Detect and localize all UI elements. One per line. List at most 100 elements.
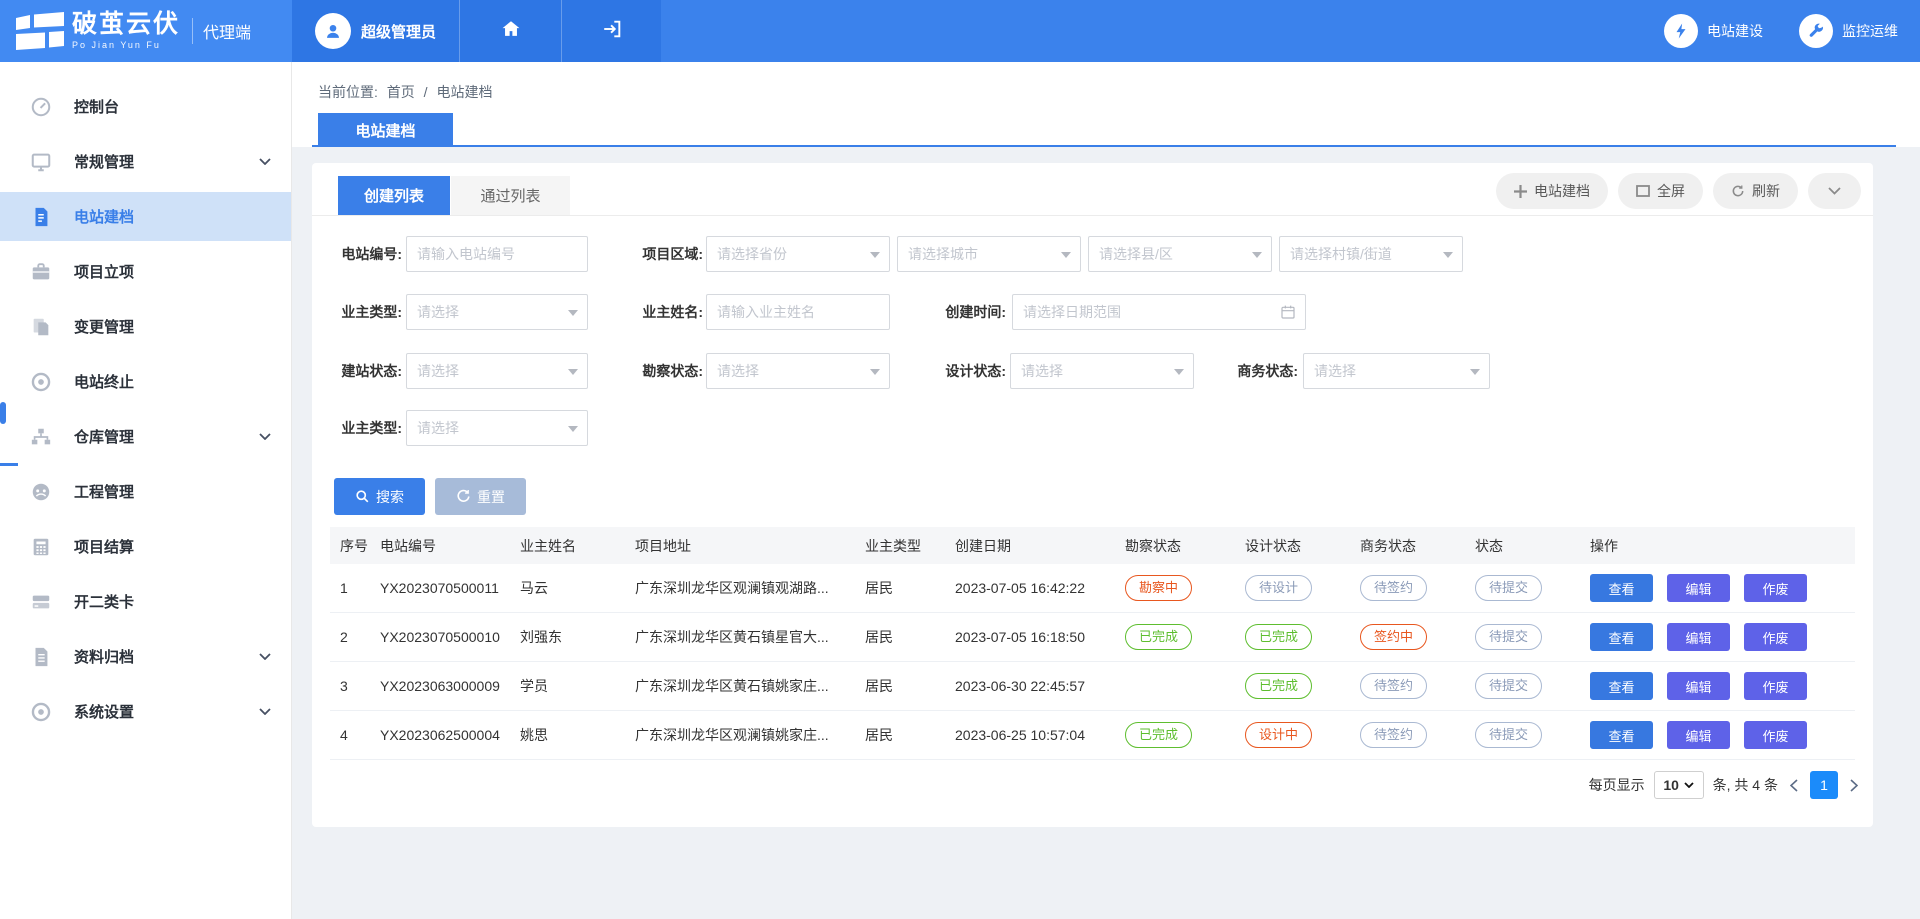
cell-business-status: 签约中 [1350,624,1465,650]
fullscreen-icon [1636,185,1650,197]
build-status-select[interactable]: 请选择 [406,353,588,389]
edit-button[interactable]: 编辑 [1667,672,1730,700]
sidebar-item-10[interactable]: 资料归档 [0,632,291,681]
search-button[interactable]: 搜索 [334,478,425,515]
county-select[interactable]: 请选择县/区 [1088,236,1272,272]
cell-design-status: 待设计 [1235,575,1350,601]
create-time-range-picker[interactable]: 请选择日期范围 [1012,294,1306,330]
user-menu[interactable]: 超级管理员 [292,0,459,62]
sidebar-item-3[interactable]: 项目立项 [0,247,291,296]
column-header: 商务状态 [1350,536,1465,556]
station-code-input[interactable] [407,237,587,271]
reset-icon [456,489,471,504]
target-icon [30,701,52,723]
sidebar-item-1[interactable]: 常规管理 [0,137,291,186]
dropdown-arrow-icon [1470,369,1480,375]
status-badge: 待提交 [1475,624,1542,650]
cell-index: 4 [330,727,370,743]
owner-type-select[interactable]: 请选择 [406,294,588,330]
chevron-right-icon [1850,779,1858,792]
cell-owner-type: 居民 [855,578,945,598]
sidebar-item-label: 资料归档 [74,646,134,667]
view-button[interactable]: 查看 [1590,574,1653,602]
survey-status-select[interactable]: 请选择 [706,353,890,389]
status-badge: 待设计 [1245,575,1312,601]
next-page-button[interactable] [1847,779,1861,792]
add-station-button[interactable]: 电站建档 [1496,173,1608,209]
sidebar-item-2[interactable]: 电站建档 [0,192,291,241]
chevron-down-icon [259,653,271,660]
collapse-toolbar-button[interactable] [1808,173,1861,209]
per-page-select[interactable]: 10 [1654,771,1704,799]
page-1-button[interactable]: 1 [1810,771,1838,799]
owner-type2-select[interactable]: 请选择 [406,410,588,446]
topbar: 破茧云伏 Po Jian Yun Fu 代理端 超级管理员 电站建设 [0,0,1920,62]
tab-passed-list[interactable]: 通过列表 [451,176,570,215]
column-header: 业主类型 [855,536,945,556]
sidebar-item-label: 仓库管理 [74,426,134,447]
filter-row-3: 建站状态: 请选择 勘察状态: 请选择 设计状态: 请选择 商务状态: 请选择 [312,353,1873,389]
table-row: 3YX2023063000009学员广东深圳龙华区黄石镇姚家庄...居民2023… [330,662,1855,711]
page-tab-station-archive[interactable]: 电站建档 [318,113,453,147]
design-status-select[interactable]: 请选择 [1010,353,1194,389]
edit-button[interactable]: 编辑 [1667,721,1730,749]
fullscreen-button[interactable]: 全屏 [1618,173,1703,209]
view-button[interactable]: 查看 [1590,721,1653,749]
cell-project-address: 广东深圳龙华区观澜镇姚家庄... [625,725,855,745]
view-button[interactable]: 查看 [1590,623,1653,651]
owner-name-input-wrap [706,294,890,330]
edit-button[interactable]: 编辑 [1667,574,1730,602]
dropdown-arrow-icon [1252,252,1262,258]
column-header: 项目地址 [625,536,855,556]
cell-owner-type: 居民 [855,627,945,647]
owner-name-input[interactable] [707,295,889,329]
cell-business-status: 待签约 [1350,575,1465,601]
owner-type2-label: 业主类型: [312,410,402,446]
breadcrumb-prefix: 当前位置: [318,84,378,100]
breadcrumb-home-link[interactable]: 首页 [387,84,415,100]
sidebar-scrollbar-mark [0,463,18,466]
city-select[interactable]: 请选择城市 [897,236,1081,272]
chevron-down-icon [259,708,271,715]
sidebar-item-9[interactable]: 开二类卡 [0,577,291,626]
filter-row-1: 电站编号: 项目区域: 请选择省份 请选择城市 请选择县/区 请选择村镇/街道 [312,236,1873,272]
breadcrumb-current: 电站建档 [436,84,492,100]
refresh-button[interactable]: 刷新 [1713,173,1798,209]
reset-button[interactable]: 重置 [435,478,526,515]
cards-icon [30,591,52,613]
sidebar-item-11[interactable]: 系统设置 [0,687,291,736]
status-badge: 已完成 [1245,673,1312,699]
village-select[interactable]: 请选择村镇/街道 [1279,236,1463,272]
invalidate-button[interactable]: 作废 [1744,672,1807,700]
sidebar-item-0[interactable]: 控制台 [0,82,291,131]
target-icon [30,371,52,393]
sidebar-item-6[interactable]: 仓库管理 [0,412,291,461]
sidebar-item-7[interactable]: 工程管理 [0,467,291,516]
edit-button[interactable]: 编辑 [1667,623,1730,651]
province-select[interactable]: 请选择省份 [706,236,890,272]
prev-page-button[interactable] [1787,779,1801,792]
invalidate-button[interactable]: 作废 [1744,574,1807,602]
tab-create-list[interactable]: 创建列表 [338,176,450,215]
nav-station-build[interactable]: 电站建设 [1664,14,1763,48]
brand-subtitle: Po Jian Yun Fu [72,41,180,50]
sidebar-scrollbar-thumb[interactable] [0,402,6,424]
sidebar-item-8[interactable]: 项目结算 [0,522,291,571]
invalidate-button[interactable]: 作废 [1744,721,1807,749]
view-button[interactable]: 查看 [1590,672,1653,700]
column-header: 勘察状态 [1115,536,1235,556]
home-icon [500,18,522,45]
business-status-select[interactable]: 请选择 [1303,353,1490,389]
nav-monitor-ops[interactable]: 监控运维 [1799,14,1898,48]
cell-created-date: 2023-06-30 22:45:57 [945,678,1115,694]
sidebar-item-4[interactable]: 变更管理 [0,302,291,351]
chevron-down-icon [1828,187,1841,195]
cell-created-date: 2023-06-25 10:57:04 [945,727,1115,743]
home-button[interactable] [459,0,561,62]
invalidate-button[interactable]: 作废 [1744,623,1807,651]
logout-button[interactable] [561,0,661,62]
cell-owner-name: 学员 [510,676,625,696]
sidebar-item-5[interactable]: 电站终止 [0,357,291,406]
content-card: 创建列表 通过列表 电站建档 全屏 刷新 电站编号: 项目区域: 请选择省份 请… [312,163,1873,827]
table-row: 1YX2023070500011马云广东深圳龙华区观澜镇观湖路...居民2023… [330,564,1855,613]
